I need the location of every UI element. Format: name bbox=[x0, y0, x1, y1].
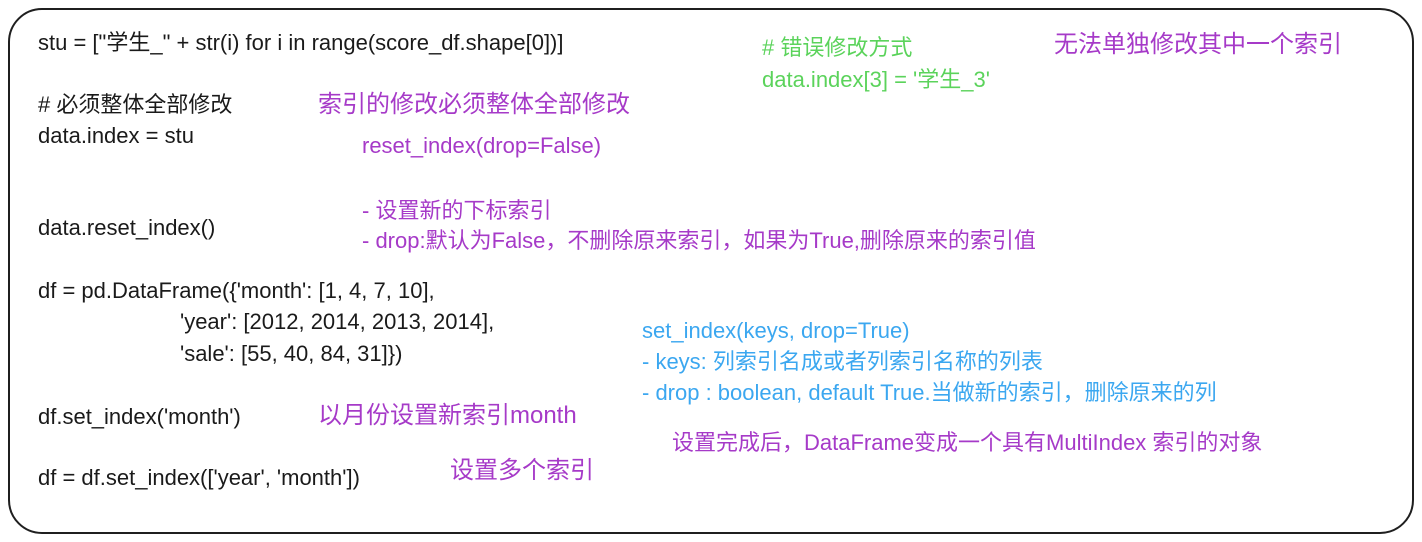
note-multiindex-result: 设置完成后，DataFrame变成一个具有MultiIndex 索引的对象 bbox=[672, 430, 1263, 455]
code-df-line1: df = pd.DataFrame({'month': [1, 4, 7, 10… bbox=[38, 278, 435, 303]
code-data-index: data.index = stu bbox=[38, 123, 194, 148]
code-df-line2: 'year': [2012, 2014, 2013, 2014], bbox=[180, 309, 495, 334]
note-reset-signature: reset_index(drop=False) bbox=[362, 133, 602, 158]
code-stu-line: stu = ["学生_" + str(i) for i in range(sco… bbox=[38, 30, 564, 55]
doc-set-index-keys: - keys: 列索引名成或者列索引名称的列表 bbox=[642, 349, 1043, 374]
doc-set-index-signature: set_index(keys, drop=True) bbox=[642, 318, 910, 343]
wrong-example-code: data.index[3] = '学生_3' bbox=[762, 67, 990, 92]
wrong-example-comment: # 错误修改方式 bbox=[762, 35, 913, 60]
code-comment-must-whole: # 必须整体全部修改 bbox=[38, 92, 233, 117]
doc-set-index-drop: - drop : boolean, default True.当做新的索引，删除… bbox=[642, 380, 1217, 405]
note-must-whole: 索引的修改必须整体全部修改 bbox=[318, 91, 630, 118]
code-set-index-month: df.set_index('month') bbox=[38, 404, 241, 429]
code-df-line3: 'sale': [55, 40, 84, 31]}) bbox=[180, 341, 403, 366]
code-set-index-multi: df = df.set_index(['year', 'month']) bbox=[38, 465, 360, 490]
note-multi: 设置多个索引 bbox=[450, 457, 594, 484]
note-reset-desc1: - 设置新的下标索引 bbox=[362, 198, 552, 223]
note-cannot-single: 无法单独修改其中一个索引 bbox=[1054, 31, 1342, 58]
code-reset-index: data.reset_index() bbox=[38, 215, 216, 240]
note-month: 以月份设置新索引month bbox=[318, 402, 577, 429]
note-reset-desc2: - drop:默认为False，不删除原来索引，如果为True,删除原来的索引值 bbox=[362, 228, 1036, 253]
